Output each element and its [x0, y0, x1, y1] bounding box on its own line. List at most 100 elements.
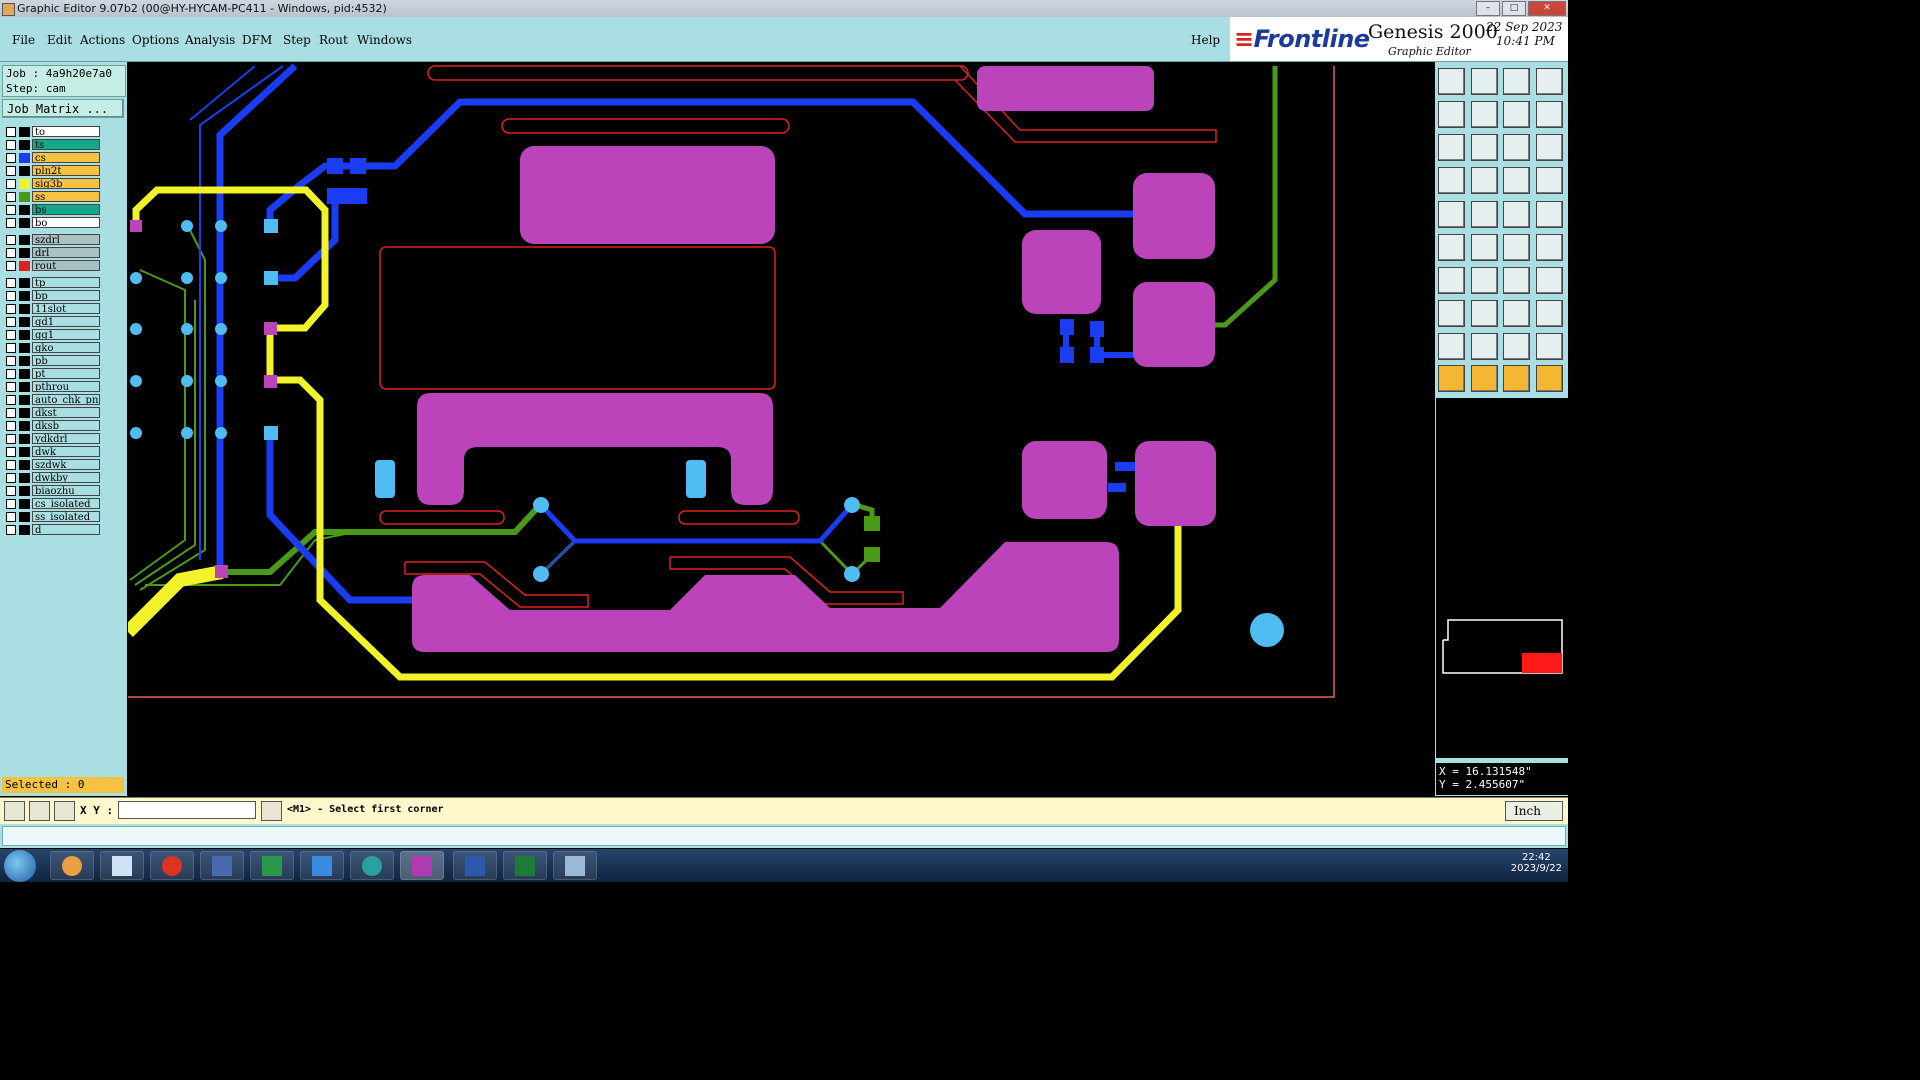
layer-row[interactable]: dksb: [4, 420, 102, 432]
array-icon[interactable]: [1535, 300, 1563, 327]
pan-right-icon[interactable]: [1470, 101, 1498, 128]
text-a-icon[interactable]: [1470, 333, 1498, 360]
layer-row[interactable]: ss: [4, 191, 102, 203]
layer-checkbox[interactable]: [6, 205, 16, 215]
layer-name[interactable]: szdwk: [32, 459, 100, 470]
line-blue-icon[interactable]: [1470, 267, 1498, 294]
layer-row[interactable]: rout: [4, 260, 102, 272]
fit-icon[interactable]: [1438, 134, 1465, 161]
layer-row[interactable]: pt: [4, 368, 102, 380]
drawing-icon[interactable]: [1470, 201, 1498, 228]
minus-icon[interactable]: [1470, 300, 1498, 327]
layers-icon[interactable]: [1503, 167, 1530, 194]
snap-icon[interactable]: [29, 801, 50, 821]
layer-row[interactable]: bs: [4, 204, 102, 216]
layer-row[interactable]: tp: [4, 277, 102, 289]
unit-selector[interactable]: Inch: [1505, 801, 1563, 821]
layer-checkbox[interactable]: [6, 473, 16, 483]
layer-checkbox[interactable]: [6, 304, 16, 314]
layer-checkbox[interactable]: [6, 235, 16, 245]
layer-checkbox[interactable]: [6, 179, 16, 189]
layer-row[interactable]: drl: [4, 247, 102, 259]
arrow-select3-icon[interactable]: [1503, 365, 1530, 392]
arrow-select2-icon[interactable]: [1470, 365, 1498, 392]
taskbar-eye-app[interactable]: [350, 851, 394, 880]
ruler-icon[interactable]: [1503, 201, 1530, 228]
layer-name[interactable]: dwk: [32, 446, 100, 457]
segment-icon[interactable]: [1535, 234, 1563, 261]
layer-name[interactable]: pthrou: [32, 381, 100, 392]
layers-alt-icon[interactable]: [1535, 167, 1563, 194]
layer-checkbox[interactable]: [6, 408, 16, 418]
layer-row[interactable]: gd1: [4, 316, 102, 328]
layer-row[interactable]: to: [4, 126, 102, 138]
menu-help[interactable]: Help: [1191, 33, 1220, 47]
taskbar-excel[interactable]: [503, 851, 547, 880]
layer-row[interactable]: ss_isolated: [4, 511, 102, 523]
menu-dfm[interactable]: DFM: [242, 33, 272, 47]
layer-checkbox[interactable]: [6, 140, 16, 150]
menu-file[interactable]: File: [12, 33, 35, 47]
overview-viewport[interactable]: [1522, 653, 1562, 673]
layer-checkbox[interactable]: [6, 395, 16, 405]
system-tray[interactable]: 22:42 2023/9/22: [1511, 852, 1562, 874]
overview-window[interactable]: [1436, 398, 1568, 758]
arrow-select-icon[interactable]: [1438, 365, 1465, 392]
layer-row[interactable]: sig3b: [4, 178, 102, 190]
pan-left-icon[interactable]: [1438, 101, 1465, 128]
menu-rout[interactable]: Rout: [319, 33, 348, 47]
pad-icon[interactable]: [1438, 300, 1465, 327]
layer-checkbox[interactable]: [6, 447, 16, 457]
resize-icon[interactable]: [1503, 300, 1530, 327]
layer-name[interactable]: 11slot: [32, 303, 100, 314]
layer-row[interactable]: ts: [4, 139, 102, 151]
graphic-canvas[interactable]: [123, 63, 1434, 796]
connect-icon[interactable]: [1438, 234, 1465, 261]
layer-checkbox[interactable]: [6, 434, 16, 444]
layer-name[interactable]: szdrl: [32, 234, 100, 245]
step-down-icon[interactable]: [1470, 68, 1498, 95]
start-button[interactable]: [4, 850, 36, 882]
layer-row[interactable]: szdwk: [4, 459, 102, 471]
pointer-tool-icon[interactable]: [1438, 167, 1465, 194]
layer-checkbox[interactable]: [6, 486, 16, 496]
layer-checkbox[interactable]: [6, 382, 16, 392]
fork-icon[interactable]: [1535, 267, 1563, 294]
layer-name[interactable]: gg1: [32, 329, 100, 340]
layer-checkbox[interactable]: [6, 261, 16, 271]
window-icon[interactable]: [1535, 68, 1563, 95]
layer-name[interactable]: d: [32, 524, 100, 535]
layer-row[interactable]: auto_chk_pn: [4, 394, 102, 406]
layer-checkbox[interactable]: [6, 369, 16, 379]
layer-name[interactable]: gko: [32, 342, 100, 353]
menu-edit[interactable]: Edit: [47, 33, 72, 47]
taskbar-app[interactable]: [553, 851, 597, 880]
layer-name[interactable]: drl: [32, 247, 100, 258]
layer-row[interactable]: 11slot: [4, 303, 102, 315]
job-matrix-button[interactable]: Job Matrix ...: [2, 99, 124, 118]
layer-checkbox[interactable]: [6, 356, 16, 366]
split-icon[interactable]: [1535, 101, 1563, 128]
scale-icon[interactable]: [1503, 134, 1530, 161]
layer-row[interactable]: ydkdrl: [4, 433, 102, 445]
taskbar-notepad[interactable]: [100, 851, 144, 880]
help-icon[interactable]: [1535, 134, 1563, 161]
menu-actions[interactable]: Actions: [80, 33, 125, 47]
cursor-icon[interactable]: [261, 801, 282, 821]
layer-row[interactable]: szdrl: [4, 234, 102, 246]
layer-checkbox[interactable]: [6, 291, 16, 301]
layer-row[interactable]: pthrou: [4, 381, 102, 393]
taskbar-green-app[interactable]: [250, 851, 294, 880]
arrow-select4-icon[interactable]: [1535, 365, 1563, 392]
layer-checkbox[interactable]: [6, 343, 16, 353]
layer-row[interactable]: dkst: [4, 407, 102, 419]
layer-row[interactable]: cs: [4, 152, 102, 164]
layer-row[interactable]: d: [4, 524, 102, 536]
layer-name[interactable]: pt: [32, 368, 100, 379]
layer-name[interactable]: bp: [32, 290, 100, 301]
arc-icon[interactable]: [1503, 267, 1530, 294]
layer-checkbox[interactable]: [6, 330, 16, 340]
layer-name[interactable]: pb: [32, 355, 100, 366]
layer-checkbox[interactable]: [6, 499, 16, 509]
line-icon[interactable]: [1503, 234, 1530, 261]
